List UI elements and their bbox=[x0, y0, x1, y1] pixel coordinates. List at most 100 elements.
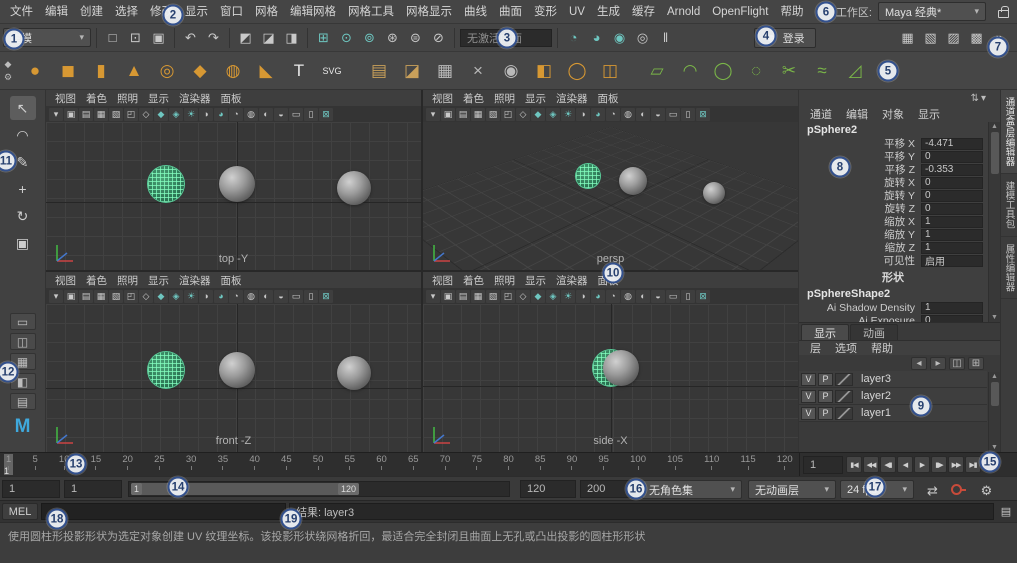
wireframe-icon[interactable]: ◇ bbox=[139, 107, 153, 121]
viewport-menu-item[interactable]: 照明 bbox=[489, 273, 520, 288]
layer-move-up-icon[interactable]: ◂ bbox=[911, 356, 927, 370]
viewport-menu-item[interactable]: 渲染器 bbox=[174, 91, 216, 106]
lights-icon[interactable]: ☀ bbox=[184, 289, 198, 303]
channel-value-field[interactable]: -0.353 bbox=[921, 163, 983, 176]
redo-icon[interactable]: ↷ bbox=[203, 27, 224, 48]
layer-move-down-icon[interactable]: ▸ bbox=[930, 356, 946, 370]
step-back-frame-button[interactable]: ◀▮ bbox=[880, 456, 896, 473]
snap-to-grid-icon[interactable]: ⊞ bbox=[313, 27, 334, 48]
viewport-menu-item[interactable]: 照明 bbox=[489, 91, 520, 106]
camera-attributes-icon[interactable]: ▤ bbox=[456, 289, 470, 303]
viewport-menu-item[interactable]: 渲染器 bbox=[551, 91, 593, 106]
move-tool[interactable]: + bbox=[10, 177, 36, 201]
scroll-up-icon[interactable]: ▲ bbox=[991, 373, 998, 380]
create-empty-layer-icon[interactable]: ◫ bbox=[949, 356, 965, 370]
camera-attributes-icon[interactable]: ▤ bbox=[79, 289, 93, 303]
isolate-select-icon[interactable]: ⊠ bbox=[696, 107, 710, 121]
xray-icon[interactable]: ◍ bbox=[621, 107, 635, 121]
viewport-menu-item[interactable]: 面板 bbox=[216, 273, 247, 288]
go-to-start-button[interactable]: ▮◀ bbox=[846, 456, 862, 473]
resolution-gate-icon[interactable]: ▭ bbox=[666, 289, 680, 303]
isolate-select-icon[interactable]: ⊠ bbox=[319, 107, 333, 121]
range-end-handle[interactable]: 120 bbox=[337, 483, 359, 495]
character-set-dropdown[interactable]: 无角色集 ▾ bbox=[642, 480, 742, 499]
image-plane-icon[interactable]: ▧ bbox=[109, 107, 123, 121]
sidebar-attribute-editor-icon[interactable]: ▧ bbox=[920, 27, 941, 48]
sphere[interactable] bbox=[219, 352, 255, 388]
layer-color-swatch[interactable] bbox=[835, 372, 853, 386]
channel-box-scrollbar[interactable]: ▲ ▼ bbox=[988, 122, 1000, 322]
bookmarks-icon[interactable]: ▦ bbox=[94, 107, 108, 121]
animation-preferences-icon[interactable]: ⚙ bbox=[976, 480, 997, 501]
viewport-menu-item[interactable]: 着色 bbox=[81, 273, 112, 288]
lock-icon[interactable] bbox=[998, 5, 1009, 18]
step-back-key-button[interactable]: ◀◀ bbox=[863, 456, 879, 473]
channel-value-field[interactable]: -4.471 bbox=[921, 137, 983, 150]
lights-icon[interactable]: ☀ bbox=[561, 107, 575, 121]
camera-attributes-icon[interactable]: ▤ bbox=[79, 107, 93, 121]
menu-item[interactable]: Arnold bbox=[661, 0, 706, 24]
snap-to-curve-icon[interactable]: ⊙ bbox=[336, 27, 357, 48]
select-camera-icon[interactable]: ▾ bbox=[426, 107, 440, 121]
go-to-end-button[interactable]: ▶▮ bbox=[965, 456, 981, 473]
layer-row[interactable]: V P layer3 bbox=[799, 371, 987, 388]
menu-item[interactable]: 变形 bbox=[528, 0, 563, 24]
select-camera-icon[interactable]: ▾ bbox=[49, 289, 63, 303]
layer-visibility-toggle[interactable]: V bbox=[801, 372, 816, 386]
layer-editor-menu-item[interactable]: 层 bbox=[803, 340, 828, 356]
lock-camera-icon[interactable]: ▣ bbox=[64, 107, 78, 121]
channel-label[interactable]: 可见性 bbox=[799, 253, 921, 268]
layer-visibility-toggle[interactable]: V bbox=[801, 406, 816, 420]
viewport-menu-item[interactable]: 渲染器 bbox=[551, 273, 593, 288]
channel-label[interactable]: Ai Exposure bbox=[799, 315, 921, 323]
shadows-icon[interactable]: ◑ bbox=[199, 289, 213, 303]
boolean-union-icon[interactable]: ◫ bbox=[595, 56, 625, 86]
camera-attributes-icon[interactable]: ▤ bbox=[456, 107, 470, 121]
spherical-uv-icon[interactable]: ◯ bbox=[708, 56, 738, 86]
channel-box-menu-item[interactable]: 编辑 bbox=[839, 106, 875, 122]
ipr-render-icon[interactable]: ◉ bbox=[609, 27, 630, 48]
poly-cone-icon[interactable]: ▲ bbox=[119, 56, 149, 86]
image-plane-icon[interactable]: ▧ bbox=[486, 107, 500, 121]
resolution-gate-icon[interactable]: ▭ bbox=[666, 107, 680, 121]
textured-icon[interactable]: ◈ bbox=[169, 107, 183, 121]
viewport-canvas-front[interactable]: front -Z bbox=[46, 304, 421, 452]
image-plane-icon[interactable]: ▧ bbox=[486, 289, 500, 303]
ao-icon[interactable]: ◕ bbox=[591, 289, 605, 303]
shelf-gear-icon[interactable]: ⚙ bbox=[2, 72, 14, 83]
channel-value-field[interactable]: 0 bbox=[921, 314, 983, 322]
gamma-icon[interactable]: ◒ bbox=[651, 289, 665, 303]
layer-name[interactable]: layer3 bbox=[855, 373, 891, 385]
automatic-uv-icon[interactable]: ◌ bbox=[741, 56, 771, 86]
wireframe-icon[interactable]: ◇ bbox=[139, 289, 153, 303]
scroll-up-icon[interactable]: ▲ bbox=[991, 123, 998, 130]
smooth-icon[interactable]: ◯ bbox=[562, 56, 592, 86]
viewport-menu-item[interactable]: 照明 bbox=[112, 91, 143, 106]
layer-editor-scrollbar[interactable]: ▲ ▼ bbox=[988, 372, 1000, 452]
menu-item[interactable]: 网格 bbox=[249, 0, 284, 24]
create-layer-from-selected-icon[interactable]: ⊞ bbox=[968, 356, 984, 370]
lights-icon[interactable]: ☀ bbox=[184, 107, 198, 121]
mirror-icon[interactable]: ◧ bbox=[529, 56, 559, 86]
play-backwards-button[interactable]: ◀ bbox=[897, 456, 913, 473]
sidebar-tool-settings-icon[interactable]: ▨ bbox=[943, 27, 964, 48]
snap-to-view-plane-icon[interactable]: ⊜ bbox=[405, 27, 426, 48]
open-render-view-icon[interactable]: ◔ bbox=[563, 27, 584, 48]
layer-playback-toggle[interactable]: P bbox=[818, 406, 833, 420]
hypershade-layout-button[interactable]: ▤ bbox=[9, 393, 36, 410]
menu-item[interactable]: 创建 bbox=[74, 0, 109, 24]
lights-icon[interactable]: ☀ bbox=[561, 289, 575, 303]
sidebar-tab[interactable]: 属性编辑器 bbox=[1000, 237, 1017, 300]
exposure-icon[interactable]: ◐ bbox=[259, 289, 273, 303]
render-current-frame-icon[interactable]: ◕ bbox=[586, 27, 607, 48]
ao-icon[interactable]: ◕ bbox=[591, 107, 605, 121]
command-input[interactable] bbox=[41, 503, 286, 520]
channel-box-menu-item[interactable]: 通道 bbox=[803, 106, 839, 122]
exposure-icon[interactable]: ◐ bbox=[636, 107, 650, 121]
single-pane-layout-button[interactable]: ▭ bbox=[9, 313, 36, 330]
select-camera-icon[interactable]: ▾ bbox=[49, 107, 63, 121]
viewport-canvas-top[interactable]: top -Y bbox=[46, 122, 421, 270]
layer-name[interactable]: layer2 bbox=[855, 390, 891, 402]
xray-icon[interactable]: ◍ bbox=[244, 289, 258, 303]
sidebar-channel-box-icon[interactable]: ▦ bbox=[897, 27, 918, 48]
